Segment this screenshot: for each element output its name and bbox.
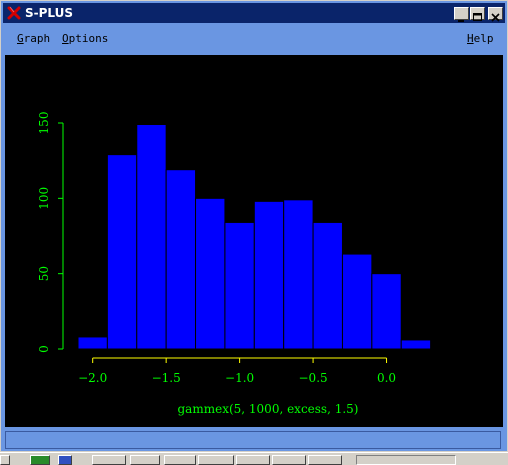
maximize-icon <box>473 13 482 21</box>
x-tick-label: −1.5 <box>152 371 181 385</box>
title-bar[interactable]: S-PLUS <box>3 3 505 23</box>
histogram-bar <box>165 169 197 350</box>
y-tick-label: 100 <box>37 187 51 210</box>
y-tick-label: 150 <box>37 112 51 135</box>
histogram-bar <box>283 199 314 350</box>
menu-options-mnemonic: O <box>62 32 69 45</box>
y-tick-label: 0 <box>37 345 51 353</box>
histogram-bar <box>253 200 285 350</box>
splus-red-x-icon <box>7 6 21 20</box>
menu-help[interactable]: Help <box>467 32 494 45</box>
close-button[interactable] <box>488 7 503 22</box>
maximize-button[interactable] <box>470 7 485 21</box>
window-title: S-PLUS <box>25 6 74 20</box>
close-icon <box>491 13 500 22</box>
graph-area[interactable]: 0 50 100 150 −2.0 −1.5 −1.0 −0.5 0.0 gammex(5, … <box>5 55 503 427</box>
histogram-bar <box>195 197 226 350</box>
menu-bar: Graph Options Help <box>3 25 505 51</box>
x-axis-label: gammex(5, 1000, excess, 1.5) <box>178 402 359 416</box>
menu-graph-mnemonic: G <box>17 32 24 45</box>
histogram-bar <box>371 273 402 350</box>
menu-options-label: ptions <box>68 32 109 45</box>
histogram-bar <box>341 253 373 350</box>
y-axis: 0 50 100 150 <box>37 112 64 353</box>
splus-window: S-PLUS Graph Options Help 0 50 100 150 −2.0… <box>0 0 508 452</box>
x-axis: −2.0 −1.5 −1.0 −0.5 0.0 <box>78 357 396 385</box>
histogram-bar <box>136 124 167 350</box>
minimize-button[interactable] <box>454 7 469 22</box>
histogram-bar <box>400 339 432 350</box>
taskbar <box>0 452 508 465</box>
histogram-bar <box>224 221 255 350</box>
histogram-bar <box>312 221 343 350</box>
x-tick-label: −0.5 <box>299 371 328 385</box>
menu-help-mnemonic: H <box>467 32 474 45</box>
histogram-bar <box>106 154 138 350</box>
histogram-chart: 0 50 100 150 −2.0 −1.5 −1.0 −0.5 0.0 gammex(5, … <box>37 112 432 416</box>
x-tick-label: −1.0 <box>225 371 254 385</box>
status-bar <box>5 431 501 449</box>
histogram-bars <box>77 124 432 350</box>
x-tick-label: 0.0 <box>377 371 396 385</box>
menu-graph[interactable]: Graph <box>17 32 50 45</box>
y-tick-label: 50 <box>37 266 51 281</box>
x-tick-label: −2.0 <box>78 371 107 385</box>
menu-options[interactable]: Options <box>62 32 108 45</box>
menu-graph-label: raph <box>23 32 51 45</box>
minimize-icon <box>458 20 464 22</box>
histogram-bar <box>77 336 108 350</box>
menu-help-label: elp <box>473 32 494 45</box>
